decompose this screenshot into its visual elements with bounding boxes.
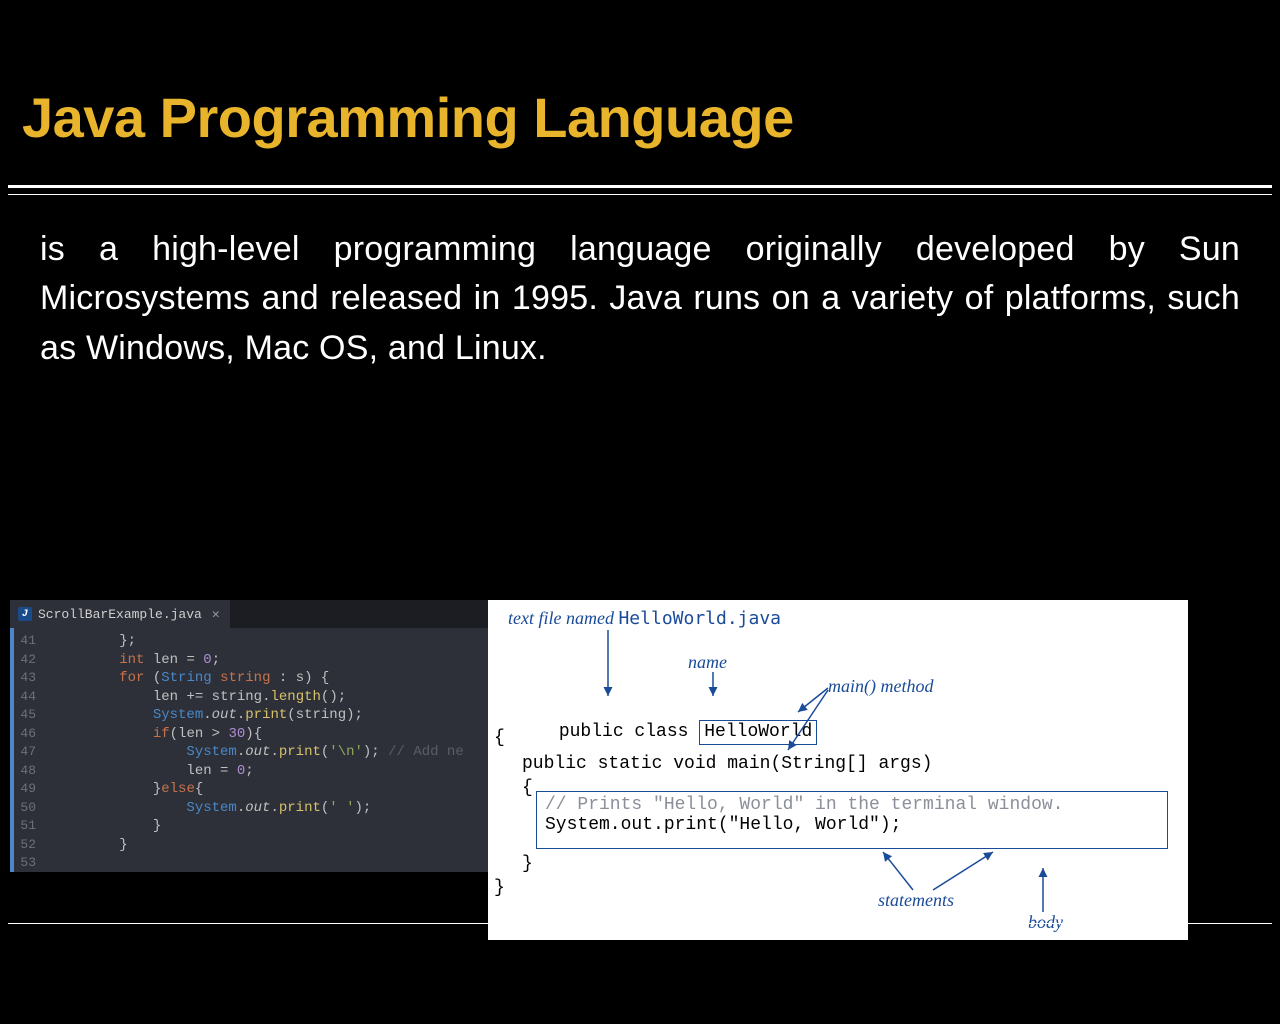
inner-brace-close: } <box>522 854 533 874</box>
bottom-divider <box>8 923 1272 924</box>
label-name: name <box>688 652 727 673</box>
print-statement: System.out.print("Hello, World"); <box>545 815 1159 835</box>
line-number-gutter: 41424344454647484950515253 <box>10 628 40 872</box>
statements-box: // Prints "Hello, World" in the terminal… <box>536 791 1168 849</box>
editor-tab: J ScrollBarExample.java ✕ <box>10 600 230 628</box>
code-content: }; int len = 0; for (String string : s) … <box>40 628 464 872</box>
close-icon: ✕ <box>212 607 220 622</box>
editor-tab-bar: J ScrollBarExample.java ✕ <box>10 600 488 628</box>
brace-open: { <box>494 728 505 748</box>
code-editor-screenshot: J ScrollBarExample.java ✕ 41424344454647… <box>10 600 488 872</box>
slide-body-text: is a high-level programming language ori… <box>0 225 1280 373</box>
hello-world-diagram: text file named HelloWorld.java name mai… <box>488 600 1188 940</box>
divider-thick <box>8 185 1272 188</box>
slide-title: Java Programming Language <box>0 0 1280 185</box>
label-statements: statements <box>878 890 954 911</box>
class-name-box: HelloWorld <box>699 720 817 745</box>
label-text-file: text file named HelloWorld.java <box>508 608 781 629</box>
java-file-icon: J <box>18 607 32 621</box>
main-signature: public static void main(String[] args) <box>522 754 932 774</box>
code-comment: // Prints "Hello, World" in the terminal… <box>545 795 1159 815</box>
editor-tab-label: ScrollBarExample.java <box>38 607 202 622</box>
brace-close: } <box>494 878 505 898</box>
inner-brace-open: { <box>522 778 533 798</box>
label-main-method: main() method <box>828 676 933 697</box>
